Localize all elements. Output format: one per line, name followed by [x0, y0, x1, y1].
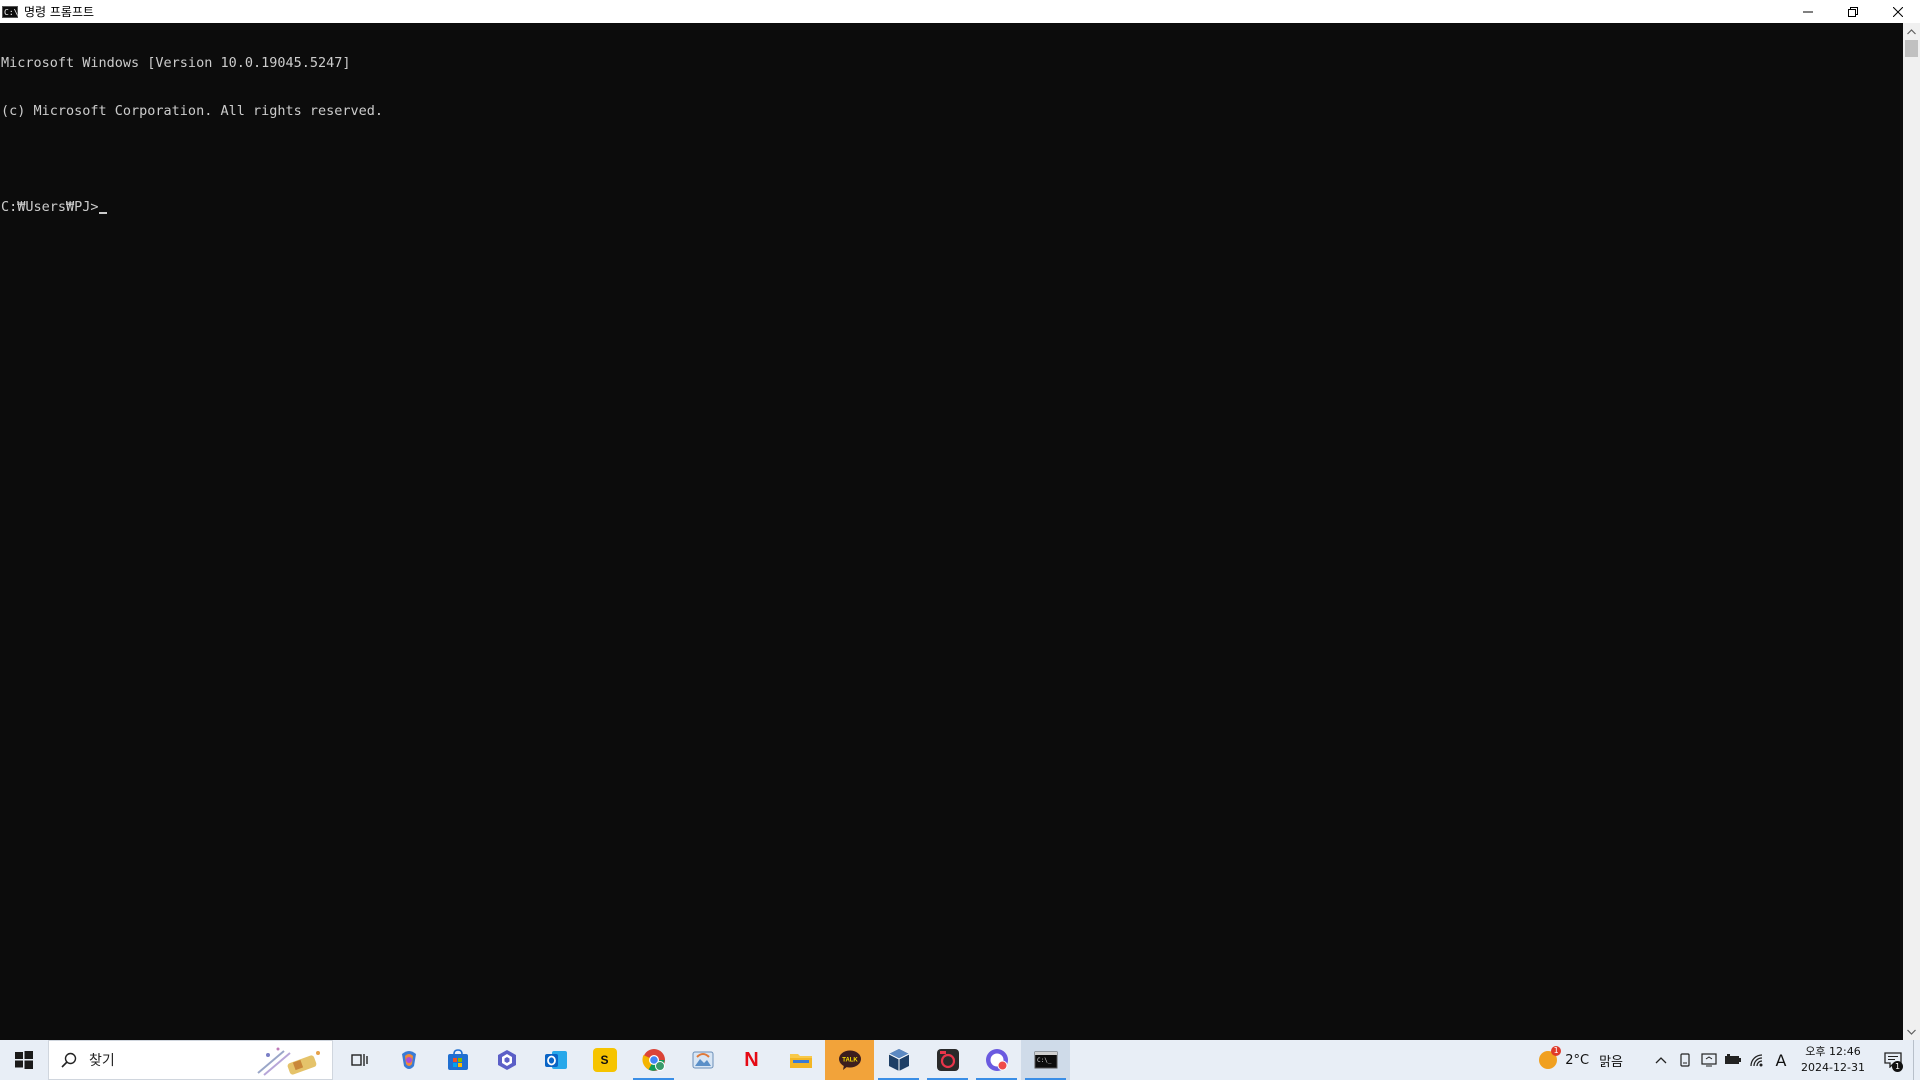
windows-logo-icon [15, 1051, 33, 1069]
minimize-button[interactable] [1785, 0, 1830, 23]
svg-text:C:\_: C:\_ [1037, 1057, 1052, 1064]
sun-icon: 1 [1539, 1046, 1562, 1069]
restore-icon [1847, 6, 1858, 17]
search-box[interactable]: 찾기 [48, 1040, 333, 1080]
chrome-app[interactable] [629, 1040, 678, 1080]
folder-icon [789, 1054, 812, 1068]
davinci-app[interactable] [923, 1040, 972, 1080]
scroll-down-arrow-icon[interactable] [1903, 1023, 1920, 1040]
task-view-button[interactable] [335, 1040, 384, 1080]
console-prompt: C:₩Users₩PJ> [1, 199, 99, 215]
notification-count-badge: 1 [1892, 1061, 1903, 1072]
virtualbox-icon [888, 1049, 909, 1071]
command-prompt-window: C:\ 명령 프롬프트 Microsoft Windows [Version 1… [0, 0, 1920, 1040]
console-line: Microsoft Windows [Version 10.0.19045.52… [1, 55, 351, 71]
minimize-icon [1802, 11, 1813, 12]
scroll-thumb[interactable] [1905, 40, 1918, 57]
notification-center-button[interactable]: 1 [1873, 1040, 1913, 1080]
wifi-icon[interactable] [1745, 1040, 1769, 1080]
input-method-indicator[interactable]: A [1769, 1040, 1793, 1080]
file-explorer-app[interactable] [776, 1040, 825, 1080]
kakaotalk-icon: TALK [838, 1050, 861, 1070]
taskbar-apps: S N TALK C:\_ [335, 1040, 1070, 1080]
copilot-app[interactable] [384, 1040, 433, 1080]
outlook-app[interactable] [531, 1040, 580, 1080]
title-bar[interactable]: C:\ 명령 프롬프트 [0, 0, 1920, 23]
start-button[interactable] [0, 1040, 48, 1080]
clock-time: 오후 12:46 [1805, 1045, 1861, 1058]
close-icon [1892, 6, 1903, 17]
cmd-icon: C:\ [2, 5, 19, 18]
search-placeholder: 찾기 [89, 1053, 115, 1069]
command-prompt-icon: C:\_ [1034, 1051, 1057, 1069]
weather-condition: 맑음 [1599, 1054, 1623, 1070]
tray-display-icon[interactable] [1697, 1040, 1721, 1080]
weather-widget[interactable]: 1 2°C 맑음 [1531, 1040, 1631, 1080]
command-prompt-app[interactable]: C:\_ [1021, 1040, 1070, 1080]
virtualbox-app[interactable] [874, 1040, 923, 1080]
messenger-icon [985, 1049, 1008, 1071]
console-prompt-line: C:₩Users₩PJ> [1, 199, 1903, 215]
netflix-app[interactable]: N [727, 1040, 776, 1080]
weather-temp: 2°C [1565, 1052, 1590, 1068]
s-app[interactable]: S [580, 1040, 629, 1080]
outlook-icon [544, 1051, 567, 1069]
copilot-icon [401, 1051, 416, 1069]
kakaotalk-app[interactable]: TALK [825, 1040, 874, 1080]
tray-device-icon[interactable] [1673, 1040, 1697, 1080]
show-desktop-button[interactable] [1913, 1040, 1920, 1080]
window-controls [1785, 0, 1920, 23]
scroll-up-arrow-icon[interactable] [1903, 23, 1920, 40]
console-line: (c) Microsoft Corporation. All rights re… [1, 103, 384, 119]
vertical-scrollbar[interactable] [1903, 23, 1920, 1040]
show-hidden-icons-button[interactable] [1649, 1040, 1673, 1080]
taskbar-clock[interactable]: 오후 12:46 2024-12-31 [1793, 1040, 1873, 1080]
microsoft-store-icon [447, 1049, 468, 1070]
svg-text:TALK: TALK [842, 1058, 858, 1064]
microsoft-store-app[interactable] [433, 1040, 482, 1080]
weather-alert-badge: 1 [1551, 1046, 1562, 1056]
chevron-up-icon [1655, 1057, 1667, 1064]
window-title: 명령 프롬프트 [24, 5, 95, 19]
task-view-icon [350, 1054, 368, 1066]
teams-app[interactable] [482, 1040, 531, 1080]
system-tray: 1 2°C 맑음 A 오후 12:46 2024-12-31 1 [1531, 1040, 1920, 1080]
taskbar: 찾기 S N TALK C:\_ 1 2°C 맑음 A 오후 12:46 202… [0, 1040, 1920, 1080]
battery-icon[interactable] [1721, 1040, 1745, 1080]
messenger-app[interactable] [972, 1040, 1021, 1080]
photos-icon [692, 1051, 713, 1069]
restore-button[interactable] [1830, 0, 1875, 23]
photos-app[interactable] [678, 1040, 727, 1080]
text-cursor [98, 212, 107, 214]
close-button[interactable] [1875, 0, 1920, 23]
search-highlight-art-icon [257, 1047, 320, 1076]
netflix-icon: N [744, 1048, 759, 1071]
teams-icon [497, 1050, 516, 1070]
s-app-icon: S [592, 1048, 617, 1072]
davinci-icon [936, 1049, 959, 1071]
chrome-icon [641, 1049, 665, 1071]
console-output[interactable]: Microsoft Windows [Version 10.0.19045.52… [0, 23, 1903, 1040]
clock-date: 2024-12-31 [1801, 1061, 1865, 1074]
search-icon [61, 1052, 77, 1068]
